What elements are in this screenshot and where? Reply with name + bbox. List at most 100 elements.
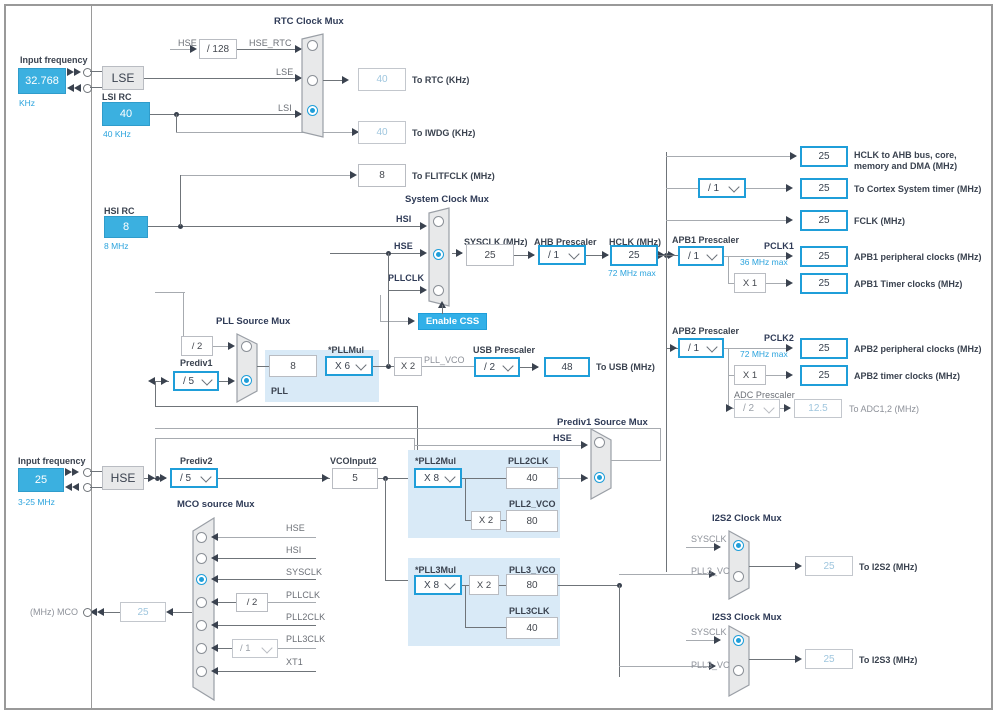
lsi-rc-unit: 40 KHz xyxy=(103,129,131,139)
ahb-prescaler-select[interactable]: / 1 xyxy=(538,245,586,265)
lse-buffer: LSE xyxy=(102,66,144,90)
sysclk-mux-option-pllclk[interactable] xyxy=(433,285,444,296)
pclk1-max: 36 MHz max xyxy=(740,257,788,267)
hsi-rc-label: HSI RC xyxy=(104,206,135,216)
mco-pllclk-label: PLLCLK xyxy=(286,590,320,600)
pll3mul-select[interactable]: X 8 xyxy=(414,575,462,595)
hsi-rc-unit: 8 MHz xyxy=(104,241,129,251)
mco-output-value: 25 xyxy=(120,602,166,622)
mco-mux-option-hse[interactable] xyxy=(196,532,207,543)
pllmul-value: X 6 xyxy=(335,361,350,372)
mco-mux-option-sysclk[interactable] xyxy=(196,574,207,585)
to-flitfclk-label: To FLITFCLK (MHz) xyxy=(412,171,495,181)
lsi-rc-value[interactable]: 40 xyxy=(102,102,150,126)
pclk2-max: 72 MHz max xyxy=(740,349,788,359)
pll-vco-label: PLL_VCO xyxy=(424,355,465,365)
prediv2-value: / 5 xyxy=(180,473,191,484)
prediv1-value: / 5 xyxy=(183,376,194,387)
cortex-timer-value: 25 xyxy=(800,178,848,199)
hclk-ahb-value: 25 xyxy=(800,146,848,167)
rtc-mux-option-hse-rtc[interactable] xyxy=(307,40,318,51)
pclk2-label: PCLK2 xyxy=(764,333,794,343)
chevron-down-icon xyxy=(444,471,455,482)
mco-mux-option-pllclk[interactable] xyxy=(196,597,207,608)
mco-pll3clk-select[interactable]: / 1 xyxy=(232,639,278,658)
i2s3-mux-option-pll3vco[interactable] xyxy=(733,665,744,676)
hse-input-frequency-field[interactable]: 25 xyxy=(18,468,64,492)
hclk-max: 72 MHz max xyxy=(608,268,656,278)
prediv2-select[interactable]: / 5 xyxy=(170,468,218,488)
lsi-rc-label: LSI RC xyxy=(102,92,132,102)
mco-mux-option-pll2clk[interactable] xyxy=(196,620,207,631)
chevron-down-icon xyxy=(568,248,579,259)
i2s2-mux-option-sysclk[interactable] xyxy=(733,540,744,551)
sysmux-pllclk-label: PLLCLK xyxy=(388,273,424,283)
sysclk-mux-option-hse[interactable] xyxy=(433,249,444,260)
prediv1-source-mux-title: Prediv1 Source Mux xyxy=(557,417,648,428)
ahb-prescaler-value: / 1 xyxy=(548,250,559,261)
mco-hsi-label: HSI xyxy=(286,545,301,555)
adc-prescaler-select[interactable]: / 2 xyxy=(734,399,780,418)
to-usb-label: To USB (MHz) xyxy=(596,362,655,372)
apb2-prescaler-value: / 1 xyxy=(688,343,699,354)
fclk-value: 25 xyxy=(800,210,848,231)
rtc-lse-label: LSE xyxy=(276,67,293,77)
pll-panel-label: PLL xyxy=(271,386,288,396)
rtc-mux-option-lse[interactable] xyxy=(307,75,318,86)
cortex-prescaler-select[interactable]: / 1 xyxy=(698,178,746,198)
prediv1-label: Prediv1 xyxy=(180,358,213,368)
pll-vco-multiplier: X 2 xyxy=(394,357,422,376)
lse-input-caption: Input frequency xyxy=(20,55,88,65)
pll2-vco-multiplier: X 2 xyxy=(471,511,501,530)
pll-source-mux-option-prediv1[interactable] xyxy=(241,375,252,386)
mco-mux-option-xt1[interactable] xyxy=(196,666,207,677)
pll-source-mux-option-prediv1-top[interactable] xyxy=(241,341,252,352)
hsi-rc-value[interactable]: 8 xyxy=(104,216,148,238)
chevron-down-icon xyxy=(261,642,272,653)
pll-source-mux-title: PLL Source Mux xyxy=(216,316,290,327)
i2s3-mux-option-sysclk[interactable] xyxy=(733,635,744,646)
apb1-peripheral-value: 25 xyxy=(800,246,848,267)
prediv1-select[interactable]: / 5 xyxy=(173,371,219,391)
hse-in-pin xyxy=(83,468,92,477)
hse-input-caption: Input frequency xyxy=(18,456,86,466)
usb-prescaler-select[interactable]: / 2 xyxy=(474,357,520,377)
enable-css-button[interactable]: Enable CSS xyxy=(418,313,487,330)
pll3-vco-multiplier: X 2 xyxy=(469,575,499,595)
pll3clk-label: PLL3CLK xyxy=(509,606,550,616)
rtc-mux-option-lsi[interactable] xyxy=(307,105,318,116)
rtc-lsi-label: LSI xyxy=(278,103,292,113)
rtc-clock-mux-title: RTC Clock Mux xyxy=(274,16,344,27)
sysclk-value: 25 xyxy=(466,244,514,266)
pll2mul-select[interactable]: X 8 xyxy=(414,468,462,488)
sysclk-mux-option-hsi[interactable] xyxy=(433,216,444,227)
pll2mul-value: X 8 xyxy=(424,473,439,484)
chevron-down-icon xyxy=(706,341,717,352)
i2s3-sysclk-label: SYSCLK xyxy=(691,627,727,637)
apb2-peripheral-label: APB2 peripheral clocks (MHz) xyxy=(854,344,982,354)
chevron-down-icon xyxy=(706,249,717,260)
mco-mux-option-pll3clk[interactable] xyxy=(196,643,207,654)
hclk-ahb-label-line1: HCLK to AHB bus, core, xyxy=(854,150,957,160)
pll2clk-value: 40 xyxy=(506,467,558,489)
hclk-ahb-label-line2: memory and DMA (MHz) xyxy=(854,161,957,171)
mco-mux-option-hsi[interactable] xyxy=(196,553,207,564)
lse-input-frequency-field[interactable]: 32.768 xyxy=(18,68,66,94)
sysmux-hse-label: HSE xyxy=(394,241,413,251)
i2s2-clock-mux-title: I2S2 Clock Mux xyxy=(712,513,782,524)
prediv1-mux-option-hse[interactable] xyxy=(594,437,605,448)
prediv1-mux-option-pll2clk[interactable] xyxy=(594,472,605,483)
to-adc-label: To ADC1,2 (MHz) xyxy=(849,404,919,414)
pll3mul-label: *PLL3Mul xyxy=(415,565,456,575)
to-i2s2-value: 25 xyxy=(805,556,853,576)
apb2-prescaler-select[interactable]: / 1 xyxy=(678,338,724,358)
prediv1-top-divider: / 2 xyxy=(181,336,213,356)
to-rtc-label: To RTC (KHz) xyxy=(412,75,469,85)
pll2clk-label: PLL2CLK xyxy=(508,456,549,466)
apb1-prescaler-select[interactable]: / 1 xyxy=(678,246,724,266)
pllmul-select[interactable]: X 6 xyxy=(325,356,373,376)
lse-out-pin xyxy=(83,84,92,93)
pll3-vco-value: 80 xyxy=(506,574,558,596)
hclk-value: 25 xyxy=(610,245,658,266)
i2s2-mux-option-pll3vco[interactable] xyxy=(733,571,744,582)
